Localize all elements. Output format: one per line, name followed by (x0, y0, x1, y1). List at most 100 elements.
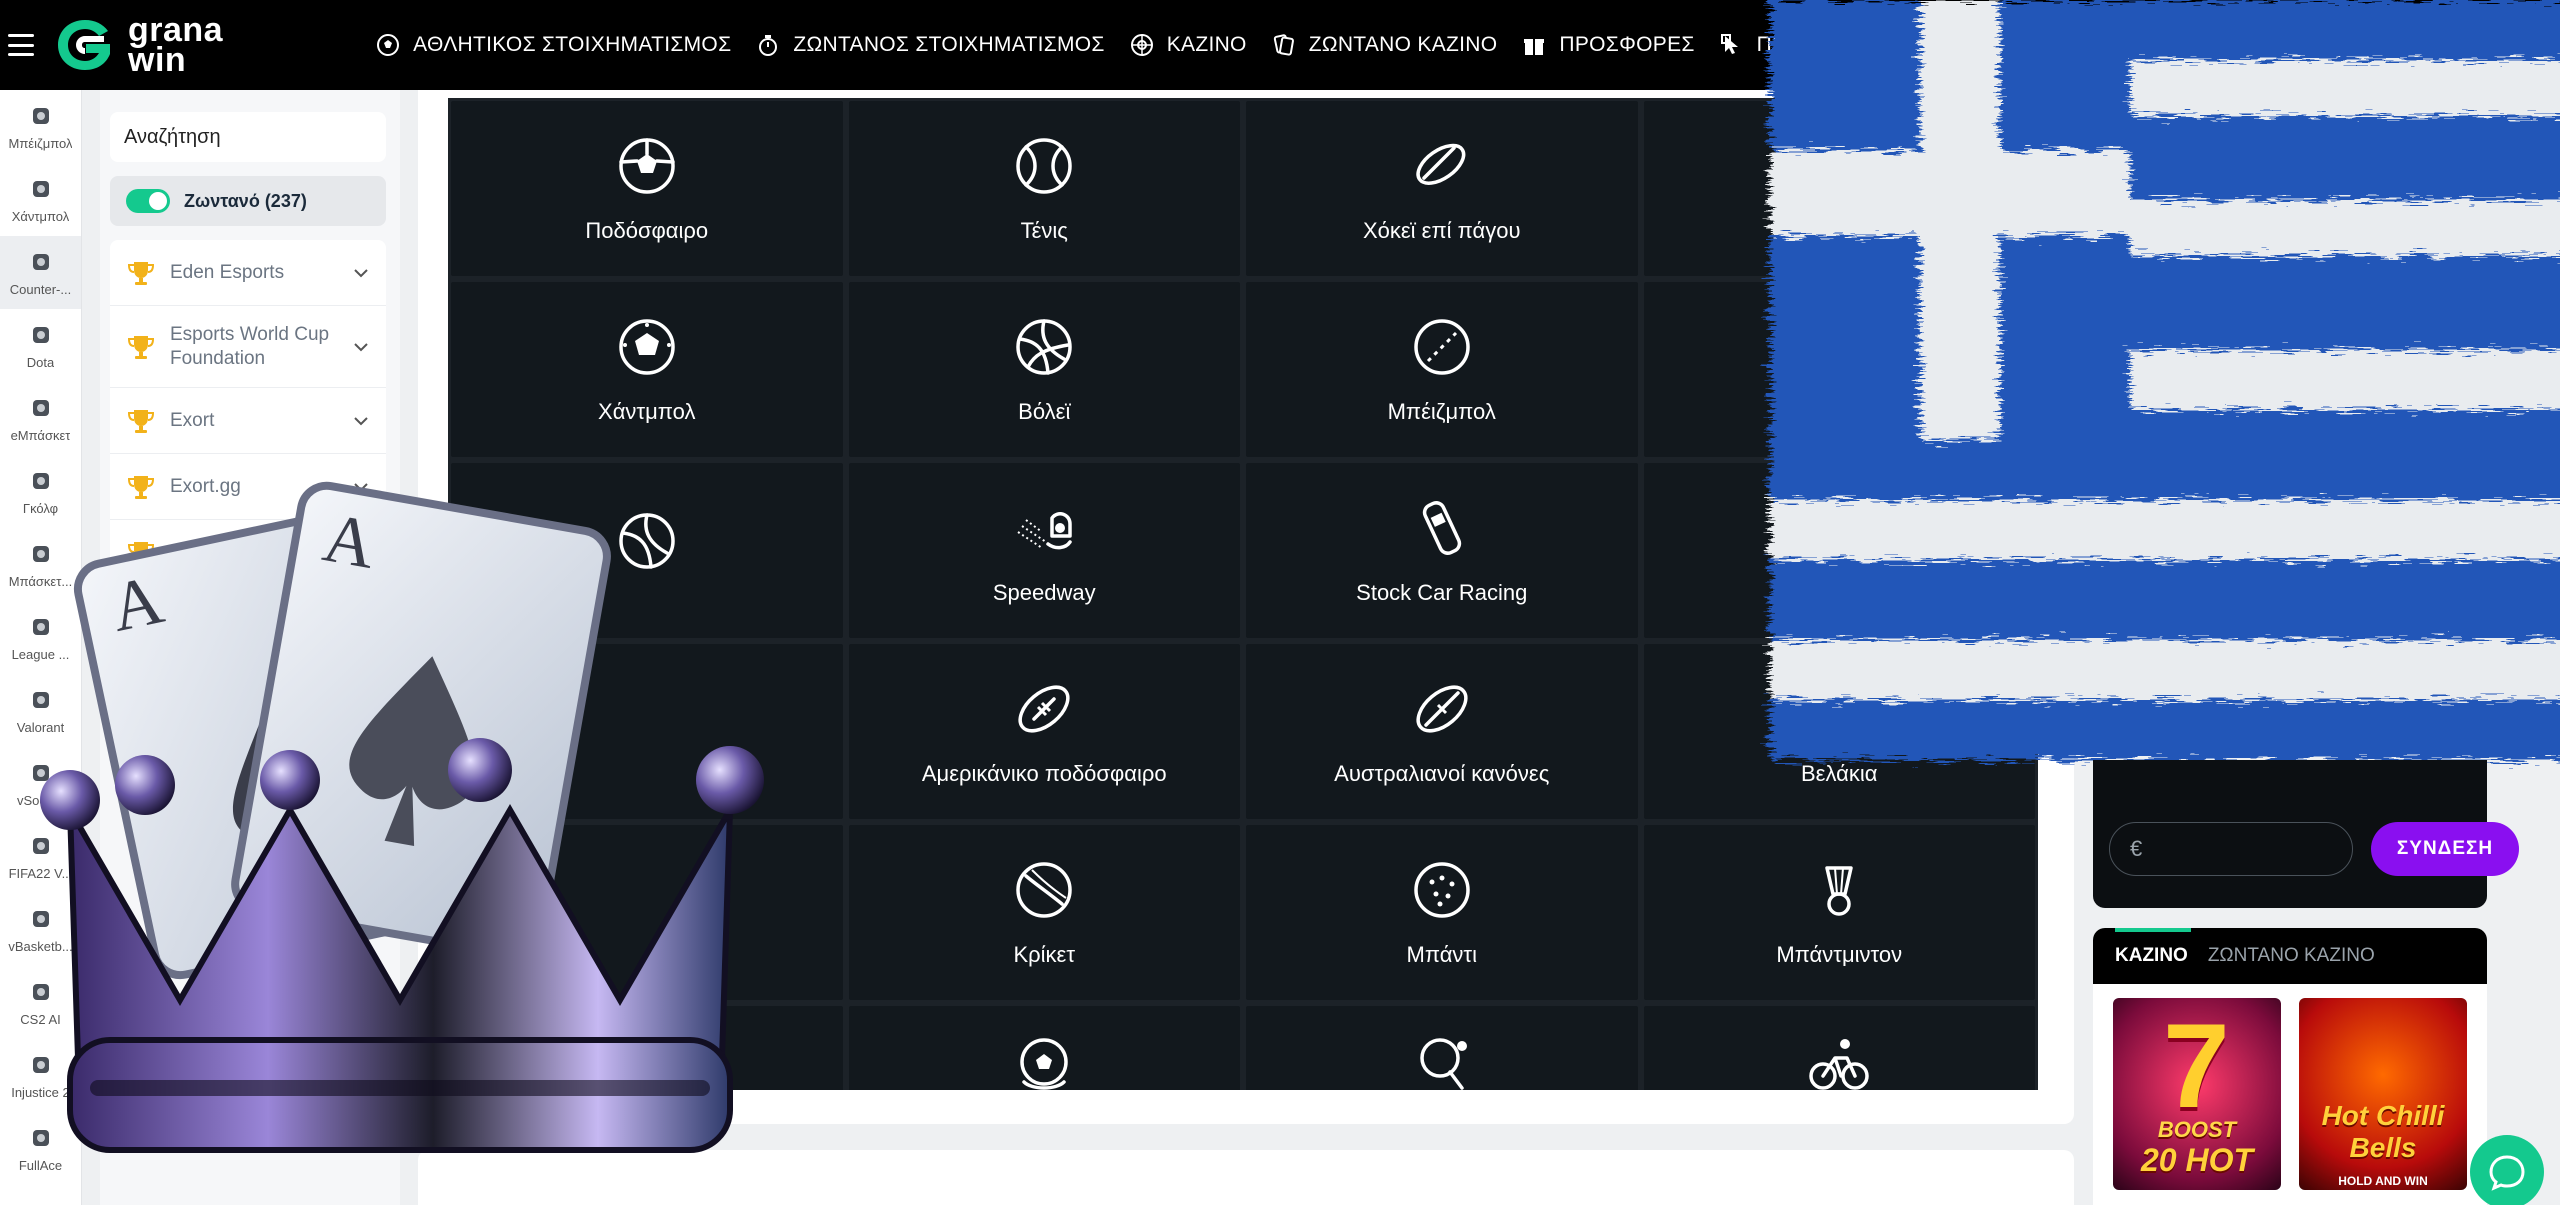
ice-hockey-icon (1416, 143, 1466, 185)
logo-text: grana win (128, 11, 224, 79)
league-item[interactable]: Eden Esports (110, 240, 386, 306)
tab-live-casino[interactable]: ΖΩΝΤΑΝΟ ΚΑΖΙΝΟ (2208, 945, 2375, 967)
rail-item-label: Counter-... (9, 282, 72, 297)
nav-item-3[interactable]: ΖΩΝΤΑΝΟ ΚΑΖΙΝΟ (1271, 32, 1498, 58)
sport-label: Βόλεϊ (1018, 398, 1071, 424)
sport-tile[interactable]: Κρίκετ (848, 825, 1240, 1000)
sport-tile[interactable] (1246, 1006, 1638, 1090)
main-nav: ΑΘΛΗΤΙΚΟΣ ΣΤΟΙΧΗΜΑΤΙΣΜΟΣ ΖΩΝΤΑΝΟΣ ΣΤΟΙΧΗΜ… (375, 32, 1888, 58)
game-thumb-hot-chilli-bells[interactable]: Hot Chilli Bells HOLD AND WIN (2299, 998, 2467, 1190)
sport-tile[interactable]: Μπάντμιντον (1643, 825, 2035, 1000)
rail-item-2[interactable]: Counter-... (0, 236, 81, 309)
chevron-down-icon[interactable] (352, 338, 370, 356)
baseball-bat-icon (32, 108, 49, 124)
league-item[interactable]: Exort (110, 388, 386, 454)
crown-aces-illustration: A A (40, 481, 764, 1153)
game-title: Hot Chilli Bells (2321, 1100, 2445, 1163)
sport-tile[interactable]: Χόκεϊ επί πάγου (1246, 101, 1638, 276)
sport-tile[interactable]: Αμερικάνικο ποδόσφαιρο (848, 644, 1240, 819)
amount-field[interactable]: € (2109, 822, 2353, 876)
sport-label: Τένις (1020, 217, 1068, 243)
speedway-icon (1017, 511, 1072, 549)
nav-item-label: ΚΑΖΙΝΟ (1166, 33, 1247, 56)
sport-tile[interactable]: Τένις (848, 101, 1240, 276)
rail-item-1[interactable]: Χάντμπολ (0, 163, 81, 236)
volleyball-icon (1016, 318, 1072, 375)
live-switch[interactable] (126, 189, 170, 213)
sport-label: Χάντμπολ (598, 398, 696, 424)
sport-tile[interactable]: Ποδόσφαιρο (451, 101, 843, 276)
casino-panel: ΚΑΖΙΝΟ ΖΩΝΤΑΝΟ ΚΑΖΙΝΟ 7 BOOST 20 HOT Hot… (2093, 928, 2487, 1205)
login-button[interactable]: ΣΥΝΔΕΣΗ (2371, 822, 2519, 876)
chevron-down-icon[interactable] (352, 412, 370, 430)
game-seven: 7 (2163, 999, 2230, 1133)
tab-casino[interactable]: ΚΑΖΙΝΟ (2115, 945, 2188, 967)
sport-tile[interactable] (1643, 1006, 2035, 1090)
sport-label: Αυστραλιανοί κανόνες (1334, 760, 1550, 786)
chat-bubble-icon (2489, 1155, 2525, 1191)
soccer-icon (619, 137, 675, 194)
trophy-icon (127, 409, 155, 433)
sport-label: Αμερικάνικο ποδόσφαιρο (921, 760, 1167, 786)
menu-icon[interactable] (8, 34, 34, 56)
trophy-icon (127, 335, 155, 359)
table-tennis-icon (1420, 1038, 1467, 1090)
sport-tile[interactable]: Χάντμπολ (451, 282, 843, 457)
sport-tile[interactable]: Μπέιζμπολ (1246, 282, 1638, 457)
sport-label: Speedway (992, 579, 1096, 605)
game-thumb-20-boost-hot[interactable]: 7 BOOST 20 HOT (2113, 998, 2281, 1190)
logo[interactable]: grana win (54, 11, 224, 79)
soccer-alt-icon (1020, 1038, 1068, 1090)
sport-tile[interactable]: Stock Car Racing (1246, 463, 1638, 638)
roulette-icon (1130, 34, 1153, 56)
nav-item-1[interactable]: ΖΩΝΤΑΝΟΣ ΣΤΟΙΧΗΜΑΤΙΣΜΟΣ (755, 32, 1104, 58)
sport-tile[interactable]: Μπάντι (1246, 825, 1638, 1000)
sport-label: Χόκεϊ επί πάγου (1362, 217, 1521, 243)
league-name: Esports World Cup Foundation (170, 323, 330, 369)
sport-tile[interactable]: Speedway (848, 463, 1240, 638)
cricket-icon (1016, 861, 1072, 918)
sport-tile[interactable]: Βόλεϊ (848, 282, 1240, 457)
handball-player-icon (32, 181, 49, 197)
casino-tabs: ΚΑΖΙΝΟ ΖΩΝΤΑΝΟ ΚΑΖΙΝΟ (2093, 928, 2487, 984)
basketball-player-icon (32, 400, 49, 416)
soccer-ball-icon (377, 34, 400, 56)
nav-item-0[interactable]: ΑΘΛΗΤΙΚΟΣ ΣΤΟΙΧΗΜΑΤΙΣΜΟΣ (375, 32, 731, 58)
sport-label: Κρίκετ (1013, 941, 1076, 967)
rail-item-label: Μπέιζμπολ (8, 136, 73, 151)
search-input[interactable] (124, 125, 389, 149)
active-tab-indicator (2115, 928, 2191, 932)
trophy-icon (127, 261, 155, 285)
nav-item-2[interactable]: ΚΑΖΙΝΟ (1129, 32, 1247, 58)
rail-item-4[interactable]: eΜπάσκετ (0, 382, 81, 455)
bandy-icon (1414, 861, 1470, 918)
cycling-icon (1809, 1039, 1869, 1090)
greek-flag-illustration (1770, 0, 2560, 760)
rail-item-label: eΜπάσκετ (10, 428, 71, 443)
sport-label: Ποδόσφαιρο (585, 217, 709, 243)
rail-item-0[interactable]: Μπέιζμπολ (0, 90, 81, 163)
nav-item-label: ΖΩΝΤΑΝΟΣ ΣΤΟΙΧΗΜΑΤΙΣΜΟΣ (793, 33, 1105, 56)
league-name: Exort (170, 409, 215, 431)
nav-item-4[interactable]: ΠΡΟΣΦΟΡΕΣ (1521, 32, 1694, 58)
rail-item-3[interactable]: Dota (0, 309, 81, 382)
search-box[interactable] (110, 112, 389, 162)
chevron-down-icon[interactable] (352, 264, 370, 282)
nav-item-label: ΑΘΛΗΤΙΚΟΣ ΣΤΟΙΧΗΜΑΤΙΣΜΟΣ (413, 33, 732, 56)
league-item[interactable]: Esports World Cup Foundation (110, 306, 386, 388)
live-toggle[interactable]: Ζωντανό (237) (110, 176, 386, 226)
stopwatch-icon (759, 35, 778, 56)
rail-item-label: Dota (26, 355, 55, 370)
badminton-icon (1825, 865, 1853, 916)
american-football-icon (1018, 684, 1070, 733)
login-box: € ΣΥΝΔΕΣΗ (2093, 760, 2519, 908)
cards-icon (1273, 34, 1294, 56)
sport-tile[interactable]: Αυστραλιανοί κανόνες (1246, 644, 1638, 819)
chat-button[interactable] (2470, 1135, 2544, 1205)
currency-symbol: € (2130, 836, 2143, 861)
sport-label: Μπάντμιντον (1776, 941, 1903, 967)
game-thumbnails: 7 BOOST 20 HOT Hot Chilli Bells HOLD AND… (2093, 984, 2487, 1204)
sport-label: Μπάντι (1406, 941, 1478, 967)
league-name: Eden Esports (170, 261, 285, 283)
sport-tile[interactable] (848, 1006, 1240, 1090)
